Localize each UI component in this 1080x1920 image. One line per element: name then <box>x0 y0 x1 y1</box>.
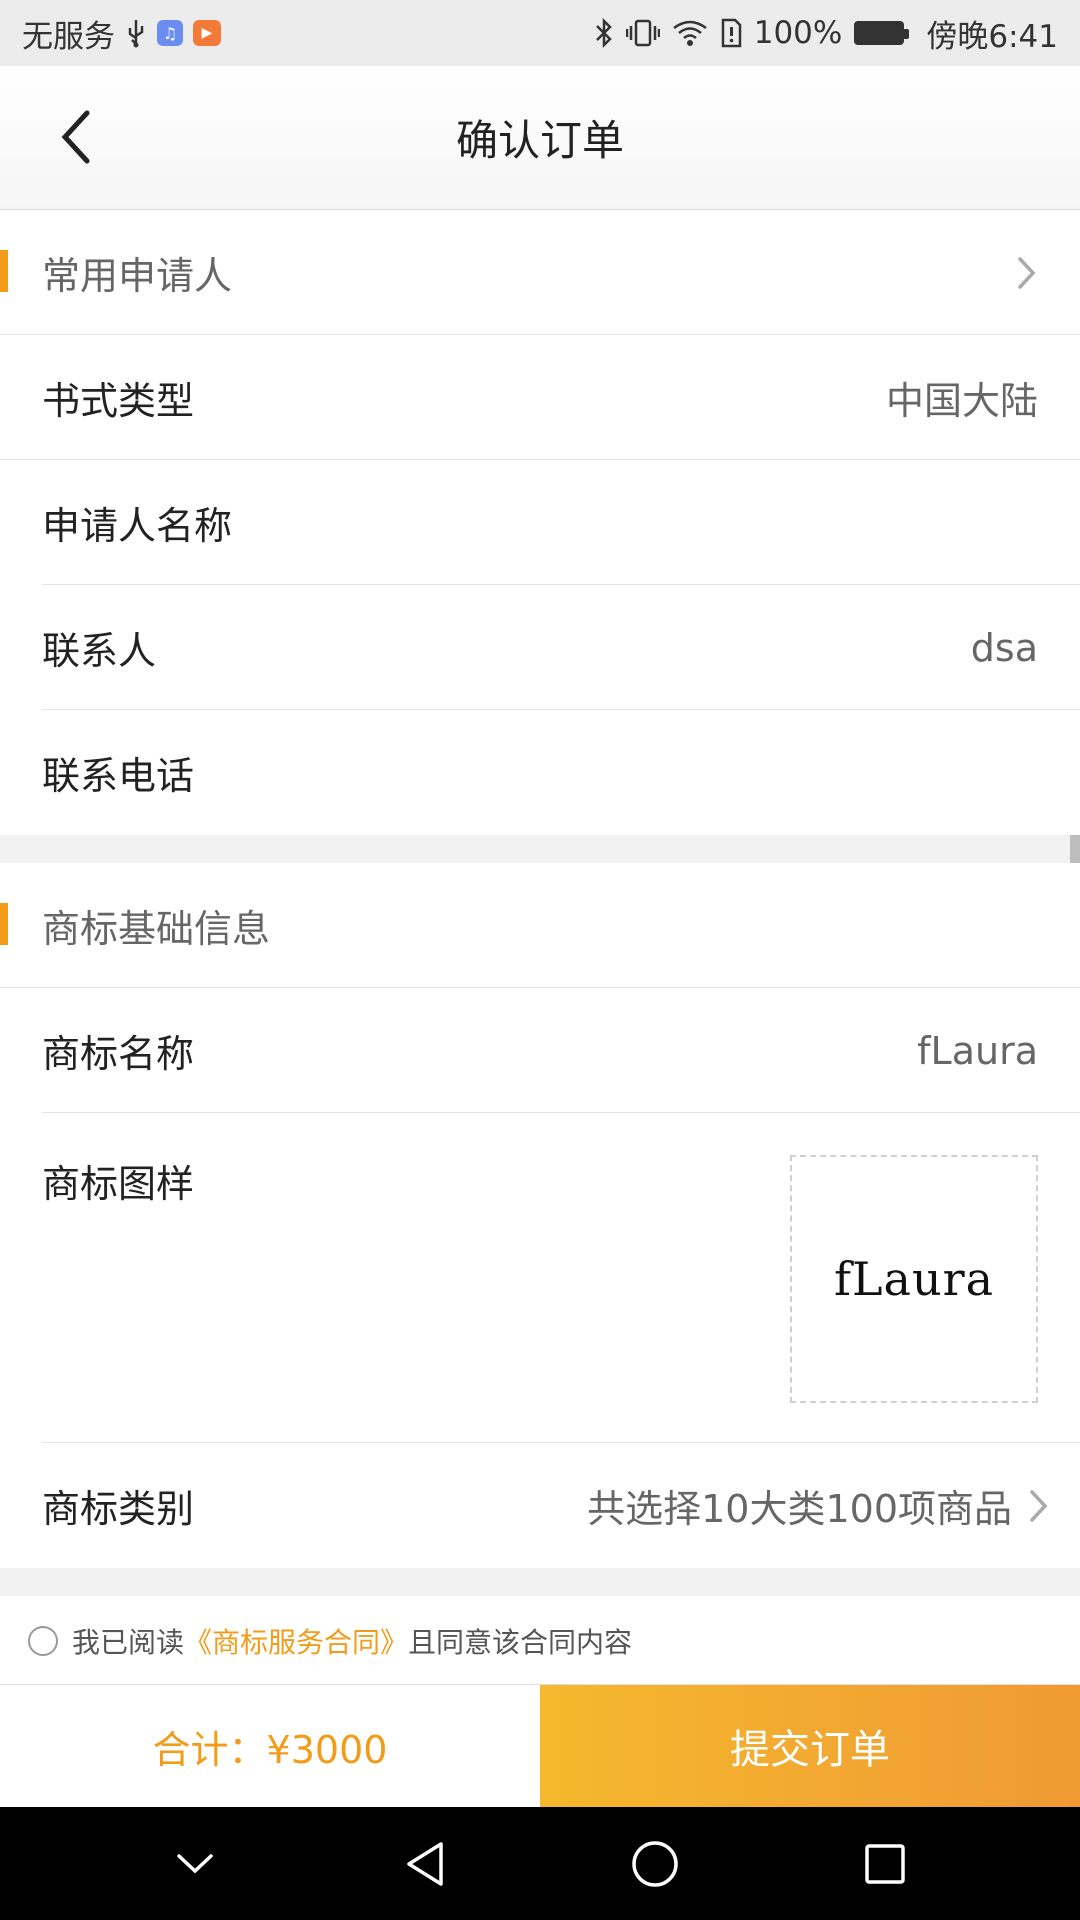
section-accent-bar <box>0 903 8 945</box>
trademark-section: 商标基础信息 商标名称 fLaura 商标图样 fLaura 商标类别 共选择1… <box>0 863 1080 1568</box>
bluetooth-icon <box>594 17 614 49</box>
trademark-name-value: fLaura <box>917 1028 1038 1073</box>
square-recents-icon <box>865 1843 905 1884</box>
checkout-bar: 合计：¥3000 提交订单 <box>0 1684 1080 1807</box>
battery-percent: 100% <box>753 15 843 51</box>
app-header: 确认订单 <box>0 66 1080 210</box>
contact-person-row[interactable]: 联系人 dsa <box>0 585 1080 710</box>
trademark-sample-text: fLaura <box>833 1252 995 1306</box>
trademark-section-header: 商标基础信息 <box>0 863 1080 988</box>
clock: 傍晚6:41 <box>926 18 1058 55</box>
chevron-right-icon <box>1016 253 1038 293</box>
form-type-label: 书式类型 <box>42 379 195 423</box>
agreement-suffix: 且同意该合同内容 <box>408 1626 633 1659</box>
wifi-icon <box>672 19 708 47</box>
common-applicant-row[interactable]: 常用申请人 <box>0 210 1080 335</box>
chevron-down-icon <box>177 1853 213 1873</box>
trademark-sample-label: 商标图样 <box>42 1162 195 1206</box>
carrier-text: 无服务 <box>22 18 115 55</box>
contact-phone-label: 联系电话 <box>42 754 195 798</box>
applicant-section: 常用申请人 书式类型 中国大陆 申请人名称 联系人 dsa 联系电话 <box>0 210 1080 835</box>
battery-icon <box>854 21 910 45</box>
chevron-right-icon <box>1028 1486 1050 1526</box>
trademark-category-label: 商标类别 <box>42 1487 195 1531</box>
agree-checkbox[interactable] <box>28 1626 58 1656</box>
contact-phone-row[interactable]: 联系电话 <box>0 710 1080 835</box>
order-form[interactable]: 常用申请人 书式类型 中国大陆 申请人名称 联系人 dsa 联系电话 商标基础信… <box>0 210 1080 1684</box>
nav-back-button[interactable] <box>385 1824 465 1904</box>
trademark-sample-row: 商标图样 fLaura <box>0 1113 1080 1443</box>
video-app-icon: ▶ <box>193 20 221 46</box>
system-nav-bar <box>0 1807 1080 1920</box>
contract-link[interactable]: 《商标服务合同》 <box>184 1621 408 1661</box>
nav-home-button[interactable] <box>615 1824 695 1904</box>
applicant-name-row[interactable]: 申请人名称 <box>0 460 1080 585</box>
usb-icon <box>125 18 147 48</box>
vibrate-icon <box>625 18 660 48</box>
form-type-value: 中国大陆 <box>885 379 1038 423</box>
contact-person-label: 联系人 <box>42 629 157 673</box>
triangle-back-icon <box>407 1841 443 1886</box>
trademark-category-row[interactable]: 商标类别 共选择10大类100项商品 <box>0 1443 1080 1568</box>
contact-person-value: dsa <box>970 625 1038 670</box>
applicant-name-label: 申请人名称 <box>42 504 233 548</box>
back-button[interactable] <box>40 102 110 172</box>
trademark-name-label: 商标名称 <box>42 1032 195 1076</box>
trademark-sample-image[interactable]: fLaura <box>790 1155 1038 1403</box>
order-total: 合计：¥3000 <box>0 1685 540 1807</box>
page-title: 确认订单 <box>455 116 624 165</box>
sim-alert-icon <box>720 18 742 48</box>
section-accent-bar <box>0 250 8 292</box>
section-heading: 商标基础信息 <box>42 907 271 951</box>
trademark-category-value: 共选择10大类100项商品 <box>587 1487 1012 1531</box>
agreement-row: 我已阅读 《商标服务合同》 且同意该合同内容 <box>0 1596 1080 1684</box>
form-type-row[interactable]: 书式类型 中国大陆 <box>0 335 1080 460</box>
submit-order-button[interactable]: 提交订单 <box>540 1685 1080 1807</box>
circle-home-icon <box>632 1840 678 1887</box>
nav-hide-button[interactable] <box>155 1824 235 1904</box>
chevron-left-icon <box>61 110 90 164</box>
section-heading: 常用申请人 <box>42 254 233 298</box>
music-app-icon: ♫ <box>157 20 183 46</box>
status-bar: 无服务 ♫ ▶ 100% 傍晚6:41 <box>0 0 1080 66</box>
agreement-prefix: 我已阅读 <box>72 1626 185 1659</box>
nav-recents-button[interactable] <box>845 1824 925 1904</box>
trademark-name-row[interactable]: 商标名称 fLaura <box>0 988 1080 1113</box>
